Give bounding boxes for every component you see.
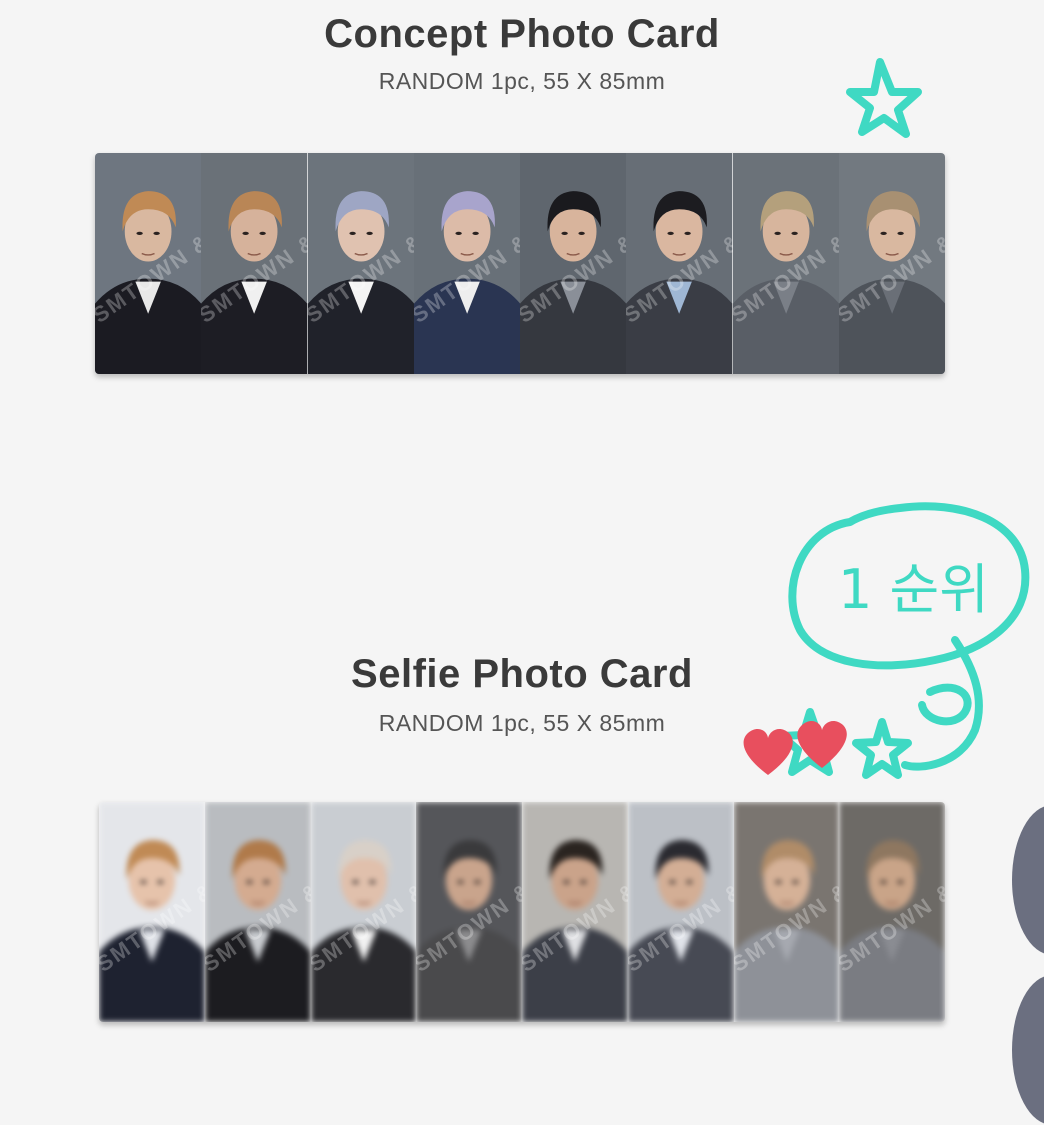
concept-photo-card-4[interactable]: SMTOWN &STORE — [413, 153, 520, 374]
selfie-photo-card-2[interactable]: SMTOWN &STORE — [204, 802, 311, 1022]
selfie-photo-card-4[interactable]: SMTOWN &STORE — [416, 802, 522, 1022]
speech-bubble-doodle — [788, 502, 1030, 670]
selfie-section-title: Selfie Photo Card — [351, 652, 693, 696]
side-scroll-dot-1[interactable] — [1012, 805, 1044, 955]
side-scroll-dot-2[interactable] — [1012, 975, 1044, 1125]
concept-section-title: Concept Photo Card — [324, 12, 720, 56]
concept-photo-card-1[interactable]: SMTOWN &STORE — [95, 153, 202, 374]
concept-photo-card-6[interactable]: SMTOWN &STORE — [626, 153, 733, 374]
selfie-section-subtitle: RANDOM 1pc, 55 X 85mm — [378, 710, 666, 736]
concept-photo-card-5[interactable]: SMTOWN &STORE — [520, 153, 627, 374]
selfie-photo-card-7[interactable]: SMTOWN &STORE — [733, 802, 840, 1022]
concept-photo-strip: SMTOWN &STORESMTOWN &STORESMTOWN &STORES… — [95, 153, 945, 374]
selfie-photo-card-6[interactable]: SMTOWN &STORE — [627, 802, 734, 1022]
selfie-photo-card-3[interactable]: SMTOWN &STORE — [310, 802, 417, 1022]
selfie-photo-card-8[interactable]: SMTOWN &STORE — [839, 802, 945, 1022]
concept-section-subtitle: RANDOM 1pc, 55 X 85mm — [378, 68, 666, 94]
handwritten-note: 1 순위 — [838, 558, 989, 621]
concept-photo-card-3[interactable]: SMTOWN &STORE — [307, 153, 414, 374]
concept-photo-card-8[interactable]: SMTOWN &STORE — [838, 153, 945, 374]
selfie-photo-strip: SMTOWN &STORESMTOWN &STORESMTOWN &STORES… — [99, 802, 945, 1022]
selfie-photo-card-1[interactable]: SMTOWN &STORE — [99, 802, 205, 1022]
concept-photo-card-7[interactable]: SMTOWN &STORE — [732, 153, 839, 374]
concept-photo-card-2[interactable]: SMTOWN &STORE — [201, 153, 308, 374]
selfie-photo-card-5[interactable]: SMTOWN &STORE — [522, 802, 628, 1022]
